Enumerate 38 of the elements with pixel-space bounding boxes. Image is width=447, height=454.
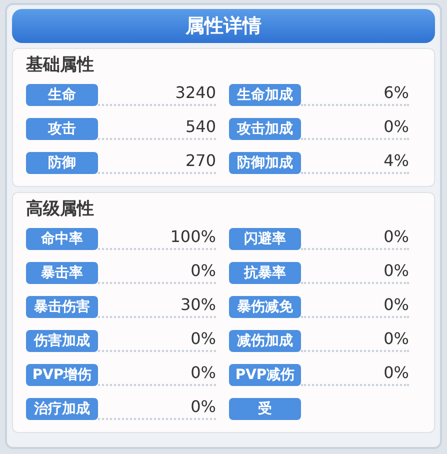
stat-value: 0%: [301, 260, 409, 284]
stat-value: 3240: [98, 82, 216, 106]
stat-label: 命中率: [26, 228, 98, 250]
stat-label: 生命: [26, 84, 98, 106]
stat-label: 暴击率: [26, 262, 98, 284]
stat-value: 30%: [98, 294, 216, 318]
stat-value: 0%: [301, 116, 409, 140]
stat-value: 0%: [98, 260, 216, 284]
stat-value: 6%: [301, 82, 409, 106]
stat-label: 攻击加成: [229, 118, 301, 140]
section-heading: 基础属性: [26, 54, 94, 76]
stat-value: 0%: [301, 328, 409, 352]
stat-label: 防御: [26, 152, 98, 174]
dialog-title: 属性详情: [12, 9, 435, 43]
stat-value: 270: [98, 150, 216, 174]
stat-label: 抗暴率: [229, 262, 301, 284]
stat-label: 暴击伤害: [26, 296, 98, 318]
stat-label: PVP减伤: [229, 364, 301, 386]
stat-value: 0%: [301, 226, 409, 250]
stat-value: 0%: [98, 328, 216, 352]
stat-value: 0%: [301, 362, 409, 386]
stat-label: 治疗加成: [26, 398, 98, 420]
stat-label: 闪避率: [229, 228, 301, 250]
stat-value: 0%: [301, 294, 409, 318]
stat-label: 生命加成: [229, 84, 301, 106]
stat-value: 540: [98, 116, 216, 140]
stat-value: 4%: [301, 150, 409, 174]
stat-label: 减伤加成: [229, 330, 301, 352]
stat-label: 攻击: [26, 118, 98, 140]
stat-label: 暴伤减免: [229, 296, 301, 318]
stat-label: 受: [229, 398, 301, 420]
stat-label: 伤害加成: [26, 330, 98, 352]
stat-label: PVP增伤: [26, 364, 98, 386]
stat-value: 0%: [98, 396, 216, 420]
stat-value: 100%: [98, 226, 216, 250]
section-heading: 高级属性: [26, 198, 94, 220]
stat-value: 0%: [98, 362, 216, 386]
stat-label: 防御加成: [229, 152, 301, 174]
